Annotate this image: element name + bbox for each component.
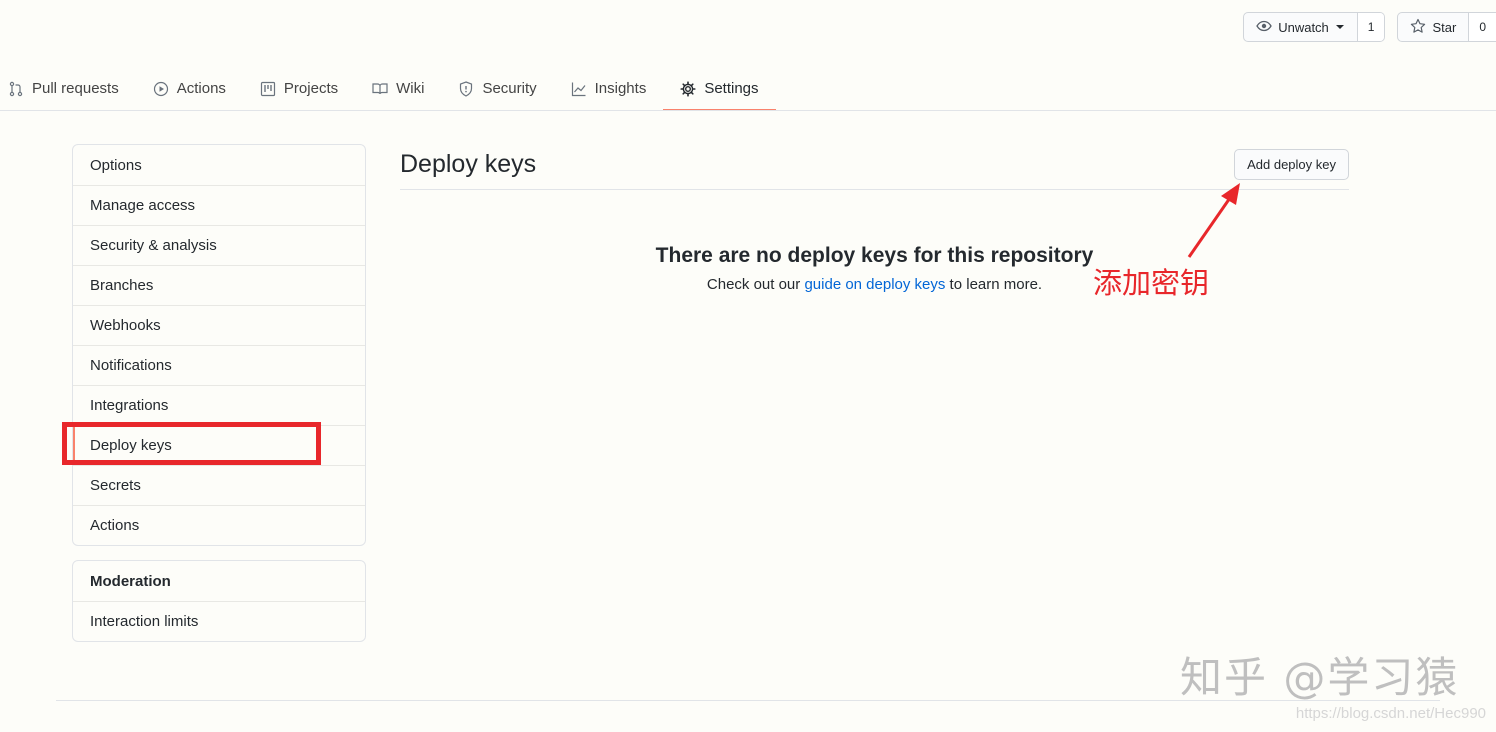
arrow-line [1187, 194, 1234, 258]
watermark: 知乎 @学习猿 [1180, 653, 1460, 702]
annotation-text: 添加密钥 [1093, 266, 1210, 300]
watermark-url: https://blog.csdn.net/Hec990 [1295, 705, 1486, 722]
arrow-annotation [1187, 183, 1240, 258]
arrow-head [1221, 183, 1240, 205]
